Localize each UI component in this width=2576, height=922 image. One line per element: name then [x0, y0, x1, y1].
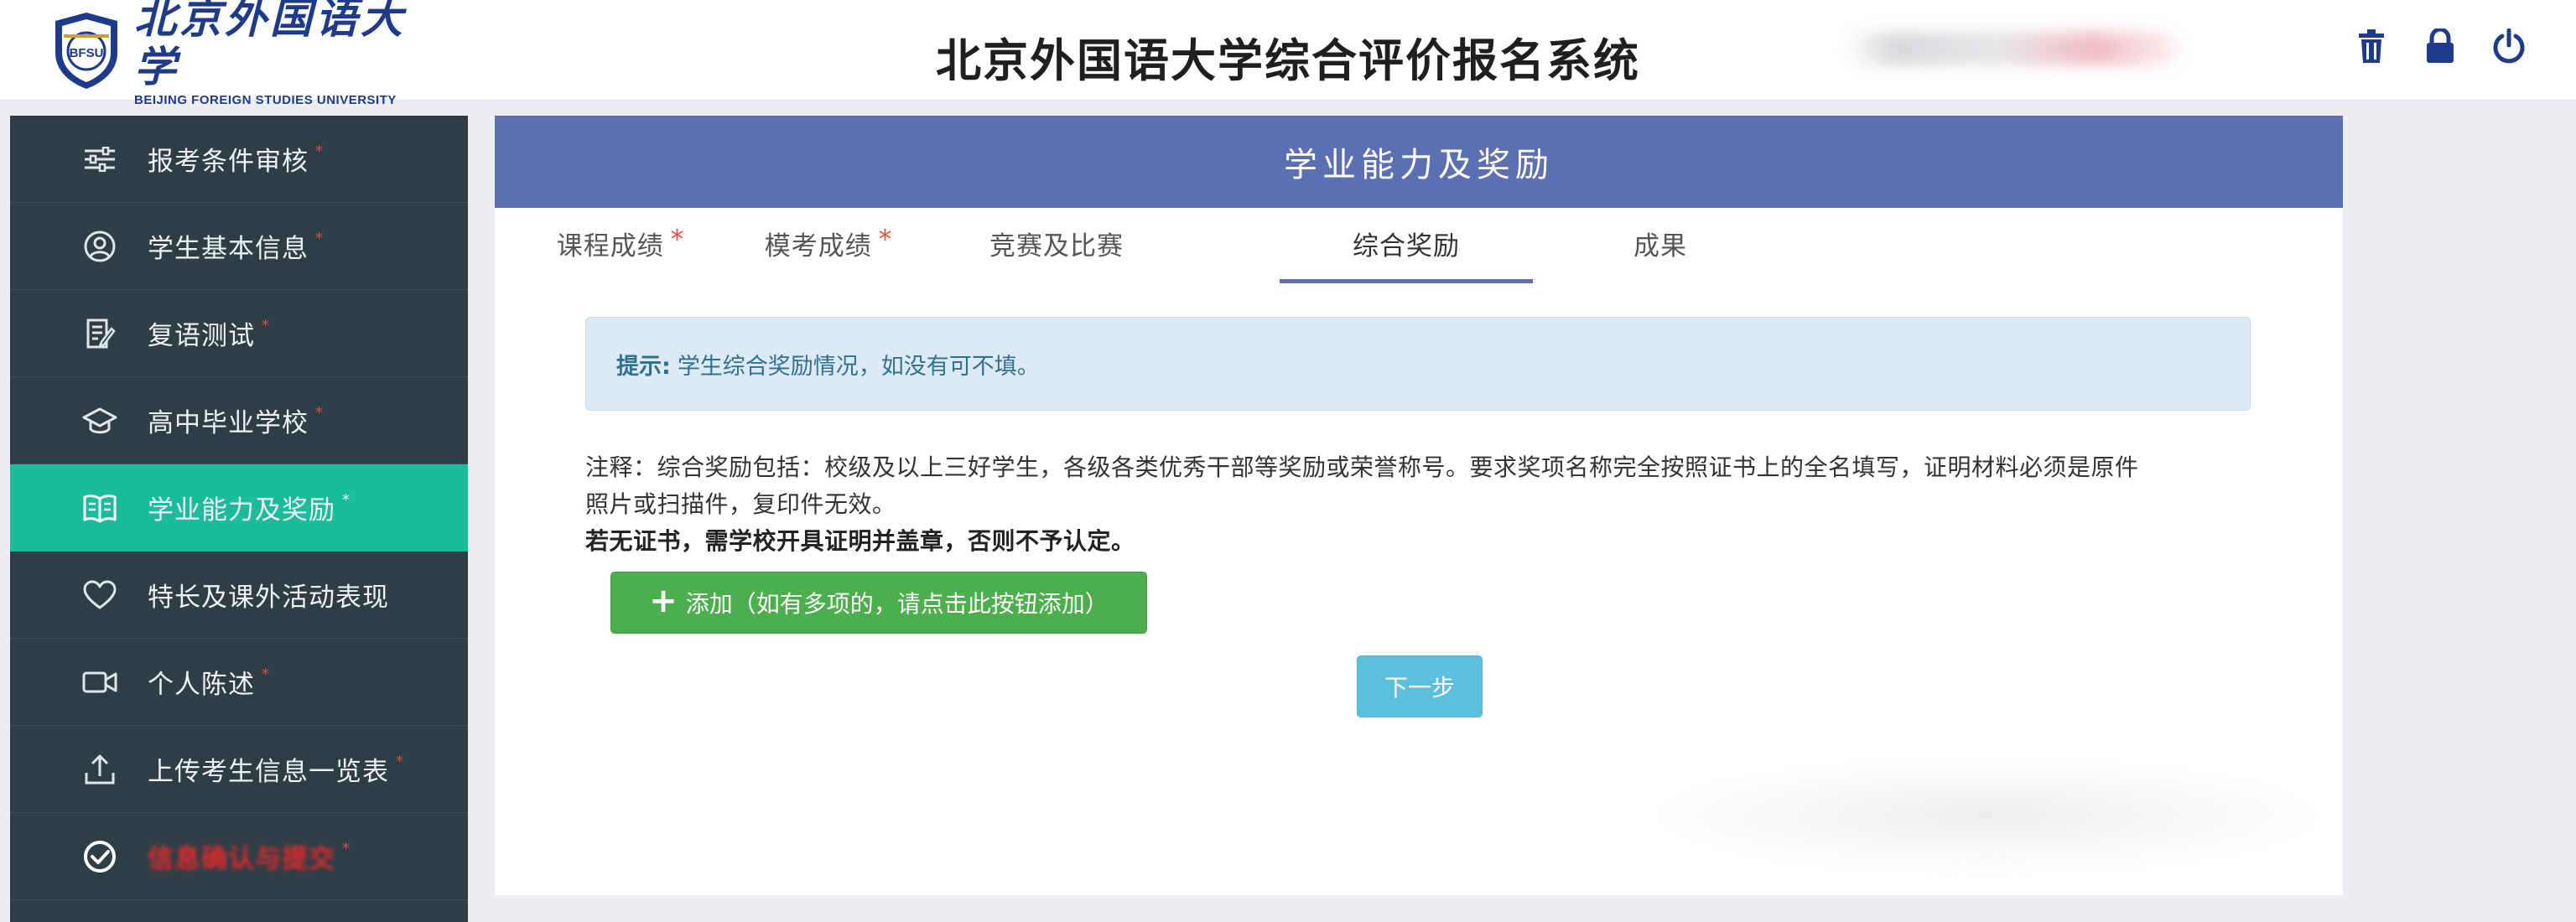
power-icon[interactable]: [2490, 25, 2527, 67]
tip-text: 学生综合奖励情况，如没有可不填。: [677, 353, 1040, 380]
sidebar-item-academic-awards[interactable]: 学业能力及奖励 *: [10, 464, 468, 552]
required-marker: *: [342, 840, 350, 857]
tab-course-grades[interactable]: 课程成绩 *: [545, 225, 696, 283]
sidebar-item-high-school[interactable]: 高中毕业学校 *: [10, 377, 468, 464]
book-icon: [70, 489, 129, 526]
add-award-button[interactable]: + 添加（如有多项的，请点击此按钮添加）: [610, 572, 1147, 634]
app-title: 北京外国语大学综合评价报名系统: [936, 34, 1640, 87]
upload-icon: [70, 751, 129, 788]
trash-icon[interactable]: [2353, 25, 2390, 67]
sidebar-item-basic-info[interactable]: 学生基本信息 *: [10, 203, 468, 290]
section-title: 学业能力及奖励: [495, 116, 2343, 208]
tab-comprehensive-awards[interactable]: 综合奖励: [1280, 225, 1533, 283]
sidebar-nav: 报考条件审核 * 学生基本信息 * 复语测试 * 高中毕业学校 * 学业能力及奖…: [10, 116, 468, 922]
sidebar-item-upload-summary[interactable]: 上传考生信息一览表 *: [10, 726, 468, 813]
sidebar-item-label: 高中毕业学校: [148, 408, 309, 438]
required-marker: *: [670, 225, 685, 255]
note-line: 注释：综合奖励包括：校级及以上三好学生，各级各类优秀干部等奖励或荣誉称号。要求奖…: [585, 453, 2139, 481]
tab-label: 综合奖励: [1353, 231, 1460, 262]
sidebar-item-label: 信息确认与提交: [148, 844, 335, 874]
next-step-button[interactable]: 下一步: [1357, 655, 1483, 717]
required-marker: *: [262, 666, 269, 683]
sidebar-item-label: 报考条件审核: [148, 147, 309, 177]
add-button-label: 添加（如有多项的，请点击此按钮添加）: [685, 590, 1109, 618]
tab-mock-exam-grades[interactable]: 模考成绩 *: [753, 225, 904, 283]
tab-bar: 课程成绩 * 模考成绩 * 竞赛及比赛 综合奖励 成果: [495, 208, 2343, 292]
top-header: BFSU 北京外国语大学 BEIJING FOREIGN STUDIES UNI…: [0, 0, 2576, 107]
required-marker: *: [262, 317, 269, 334]
sidebar-item-confirm-submit[interactable]: 信息确认与提交 *: [10, 813, 468, 900]
main-panel: 学业能力及奖励 课程成绩 * 模考成绩 * 竞赛及比赛 综合奖励 成果 提示: …: [495, 116, 2343, 895]
tab-label: 竞赛及比赛: [989, 231, 1124, 262]
required-marker: *: [342, 491, 350, 509]
sliders-icon: [70, 141, 129, 178]
required-marker: *: [315, 142, 323, 160]
check-circle-icon: [70, 838, 129, 875]
redacted-user-info: [1845, 32, 2180, 65]
required-marker: *: [878, 225, 893, 255]
lock-icon[interactable]: [2422, 25, 2459, 67]
required-marker: *: [396, 753, 403, 770]
tab-competitions[interactable]: 竞赛及比赛: [973, 225, 1140, 283]
tab-label: 成果: [1633, 231, 1687, 262]
edit-document-icon: [70, 315, 129, 352]
tab-label: 模考成绩: [764, 231, 872, 262]
sidebar-item-personal-statement[interactable]: 个人陈述 *: [10, 639, 468, 726]
plus-icon: +: [649, 582, 678, 620]
logo-english-name: BEIJING FOREIGN STUDIES UNIVERSITY: [134, 92, 397, 107]
required-marker: *: [315, 230, 323, 247]
heart-icon: [70, 577, 129, 614]
tip-alert: 提示: 学生综合奖励情况，如没有可不填。: [585, 317, 2251, 411]
sidebar-item-extracurricular[interactable]: 特长及课外活动表现: [10, 552, 468, 639]
sidebar-item-label: 上传考生信息一览表: [148, 757, 389, 787]
user-circle-icon: [70, 228, 129, 265]
tab-achievements[interactable]: 成果: [1602, 225, 1719, 283]
sidebar-item-label: 个人陈述: [148, 670, 255, 700]
sidebar-item-label: 复语测试: [148, 321, 255, 351]
video-icon: [70, 664, 129, 701]
sidebar-item-label: 特长及课外活动表现: [148, 583, 389, 613]
note-warning: 若无证书，需学校开具证明并盖章，否则不予认定。: [585, 527, 1135, 555]
required-marker: *: [315, 404, 323, 422]
next-button-label: 下一步: [1384, 674, 1455, 702]
tip-prefix: 提示:: [616, 353, 671, 380]
note-line: 照片或扫描件，复印件无效。: [585, 490, 896, 518]
sidebar-item-label: 学业能力及奖励: [148, 495, 335, 526]
sidebar-item-eligibility-review[interactable]: 报考条件审核 *: [10, 116, 468, 203]
award-note: 注释：综合奖励包括：校级及以上三好学生，各级各类优秀干部等奖励或荣誉称号。要求奖…: [585, 449, 2262, 560]
blurred-watermark: [1652, 761, 2323, 870]
sidebar-item-label: 学生基本信息: [148, 234, 309, 264]
tab-label: 课程成绩: [556, 231, 664, 262]
graduation-cap-icon: [70, 402, 129, 439]
sidebar-item-language-test[interactable]: 复语测试 *: [10, 290, 468, 377]
